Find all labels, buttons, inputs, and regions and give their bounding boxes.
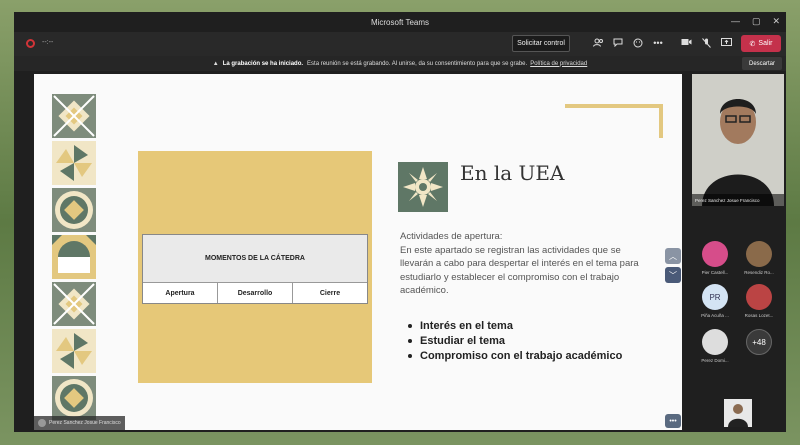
- corner-decoration: [659, 104, 663, 138]
- tile-diamond-icon: [52, 282, 96, 326]
- window-title: Microsoft Teams: [370, 17, 430, 27]
- avatar[interactable]: [702, 329, 728, 355]
- tile-pinwheel-icon: [52, 141, 96, 185]
- tile-circle-icon: [52, 376, 96, 420]
- participant-name: Piña Acuña ...: [701, 313, 729, 318]
- recording-banner: ▲ La grabación se ha iniciado. Esta reun…: [14, 56, 786, 71]
- table-cell: Apertura: [143, 283, 218, 303]
- avatar[interactable]: [702, 241, 728, 267]
- leave-button[interactable]: ✆ Salir: [741, 35, 781, 52]
- slide-paragraph: Actividades de apertura: En este apartad…: [400, 230, 652, 298]
- slide-more-button[interactable]: •••: [665, 414, 681, 428]
- avatar[interactable]: PR: [702, 284, 728, 310]
- chat-icon[interactable]: [612, 38, 624, 49]
- tile-diamond-icon: [52, 94, 96, 138]
- teams-window: Microsoft Teams — ▢ ✕ --:-- Solicitar co…: [14, 12, 786, 432]
- request-control-button[interactable]: Solicitar control: [512, 35, 570, 52]
- tile-pinwheel-icon: [52, 329, 96, 373]
- paragraph-body: En este apartado se registran las activi…: [400, 244, 639, 297]
- banner-text: Esta reunión se está grabando. Al unirse…: [307, 60, 528, 67]
- share-icon[interactable]: [720, 38, 732, 49]
- chevron-down-icon: ﹀: [669, 270, 677, 280]
- table-cell: Desarrollo: [218, 283, 293, 303]
- mic-off-icon[interactable]: [700, 38, 712, 50]
- corner-decoration: [565, 104, 663, 108]
- more-icon[interactable]: •••: [652, 38, 664, 48]
- avatar[interactable]: [746, 241, 772, 267]
- next-slide-button[interactable]: ﹀: [665, 267, 681, 283]
- info-icon: ▲: [212, 60, 219, 67]
- title-bar: Microsoft Teams — ▢ ✕: [14, 12, 786, 32]
- dismiss-button[interactable]: Descartar: [742, 57, 782, 70]
- decorative-tiles: [52, 94, 96, 423]
- banner-bold: La grabación se ha iniciado.: [222, 60, 304, 67]
- reactions-icon[interactable]: [632, 38, 644, 50]
- presenter-name: Perez Sanchez Josue Francisco: [49, 420, 121, 426]
- paragraph-title: Actividades de apertura:: [400, 231, 503, 242]
- self-video[interactable]: [724, 399, 752, 427]
- people-icon[interactable]: [592, 38, 604, 49]
- moments-table: MOMENTOS DE LA CÁTEDRA Apertura Desarrol…: [142, 234, 368, 304]
- privacy-link[interactable]: Política de privacidad: [530, 61, 587, 67]
- list-item: Compromiso con el trabajo académico: [408, 349, 628, 364]
- featured-video[interactable]: Perez Sanchez Josue Francisco: [692, 74, 784, 206]
- list-item: Interés en el tema: [408, 319, 628, 334]
- tile-circle-icon: [52, 188, 96, 232]
- participant-name: Rosas Lozet...: [744, 313, 774, 318]
- table-title: MOMENTOS DE LA CÁTEDRA: [143, 235, 367, 283]
- phone-icon: ✆: [749, 40, 756, 48]
- featured-name: Perez Sanchez Josue Francisco: [692, 194, 784, 206]
- avatar: [38, 419, 46, 427]
- camera-icon[interactable]: [680, 38, 692, 48]
- leave-label: Salir: [758, 40, 773, 47]
- chevron-up-icon: ︿: [669, 251, 677, 261]
- participants-panel: Perez Sanchez Josue Francisco Pier Caste…: [688, 74, 786, 430]
- table-row: Apertura Desarrollo Cierre: [143, 283, 367, 303]
- presenter-tag: Perez Sanchez Josue Francisco: [34, 416, 125, 430]
- person-video-icon: [724, 399, 752, 427]
- gold-panel: MOMENTOS DE LA CÁTEDRA Apertura Desarrol…: [138, 151, 372, 383]
- meeting-toolbar: --:-- Solicitar control ••• ✆ Salir: [14, 32, 786, 56]
- participant-name: Perez Domi...: [701, 358, 729, 363]
- participant-name: Resendiz Ro...: [744, 270, 774, 275]
- minimize-icon[interactable]: —: [731, 16, 740, 27]
- avatar[interactable]: [746, 284, 772, 310]
- shared-slide: MOMENTOS DE LA CÁTEDRA Apertura Desarrol…: [34, 74, 682, 430]
- more-participants-button[interactable]: +48: [746, 329, 772, 355]
- maximize-icon[interactable]: ▢: [752, 16, 761, 27]
- list-item: Estudiar el tema: [408, 334, 628, 349]
- tile-half-circle-icon: [52, 235, 96, 279]
- person-video-icon: [692, 74, 784, 206]
- sun-emblem-icon: [398, 162, 448, 212]
- close-icon[interactable]: ✕: [772, 16, 780, 27]
- previous-slide-button[interactable]: ︿: [665, 248, 681, 264]
- recording-icon: [26, 39, 35, 48]
- table-cell: Cierre: [319, 289, 341, 297]
- bullet-list: Interés en el tema Estudiar el tema Comp…: [408, 319, 628, 364]
- slide-heading: En la UEA: [460, 161, 565, 185]
- meeting-timer: --:--: [42, 39, 54, 46]
- participant-name: Pier Castell...: [701, 270, 729, 275]
